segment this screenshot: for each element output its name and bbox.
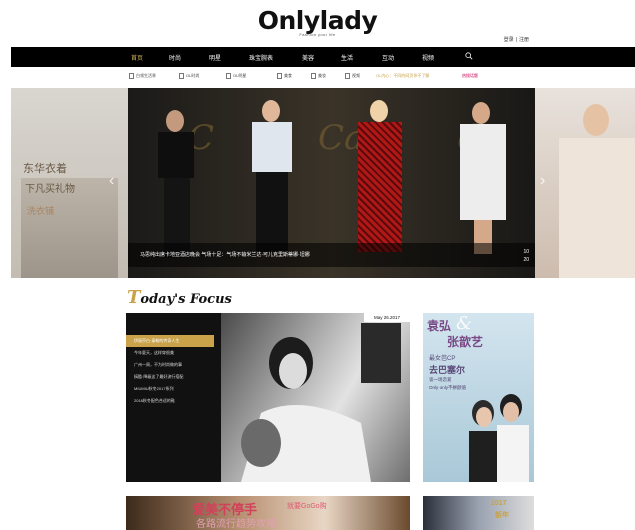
banner-subtitle: 就要GoGo购: [287, 503, 327, 510]
nav-item-fashion[interactable]: 时尚: [169, 53, 181, 62]
side-sub-3: 谈一场恋爱: [429, 377, 452, 382]
section-title: Today's Focus: [127, 287, 232, 308]
focus-list: 伊丽莎白·泰勒的传奇人生 今年夏天，这样穿很美 广州一周，不为时尚做的事 搞酷·…: [126, 335, 214, 407]
feature-illustration: [241, 323, 401, 482]
subnav-hot[interactable]: 热搜话题: [462, 73, 478, 79]
hero-left-title: 东华衣着: [23, 162, 67, 175]
side-name-1: 袁弘: [427, 319, 452, 333]
side-sub-4: Only·only不拼颜值: [429, 385, 467, 390]
feature-date: May 26.2017: [364, 313, 410, 322]
side-sub-1: 最女芭CP: [429, 356, 456, 362]
subnav-item[interactable]: 美妆: [311, 73, 326, 79]
nav-item-stars[interactable]: 明星: [209, 53, 221, 62]
focus-list-item[interactable]: 伊丽莎白·泰勒的传奇人生: [126, 335, 214, 347]
hero-left-tagline: 洗衣铺: [27, 207, 55, 217]
nav-item-interact[interactable]: 互动: [382, 53, 394, 62]
hero-right-image[interactable]: [535, 88, 635, 278]
auth-separator: |: [515, 37, 517, 43]
sub-nav: 白领生活季 OL时尚 OL明星 美食 美妆 视频 OL内心：不同的网页你不了解 …: [11, 72, 635, 82]
subnav-item[interactable]: 美食: [277, 73, 292, 79]
banner2-line-1: 2017: [491, 500, 507, 507]
nav-item-jewelry[interactable]: 珠宝腕表: [249, 53, 273, 62]
subnav-item[interactable]: OL时尚: [179, 73, 199, 79]
register-link[interactable]: 注册: [519, 37, 529, 43]
prev-slide-arrow[interactable]: ‹: [109, 172, 114, 190]
hero-caption[interactable]: 马思纯出席卡地亚酒店晚会 气场十足：气场不输米兰达·可儿克里斯蒂娜·坦娜: [140, 251, 310, 258]
side-ampersand: &: [456, 313, 473, 334]
focus-list-item[interactable]: 今年夏天，这样穿很美: [126, 347, 214, 359]
subnav-item[interactable]: 白领生活季: [129, 73, 156, 79]
hero-left-subtitle: 下凡买礼物: [25, 184, 75, 195]
hero-slider[interactable]: 东华衣着 下凡买礼物 洗衣铺 C Ca de: [11, 88, 635, 278]
logo-tagline: Fashion your life: [299, 32, 336, 37]
couple-photo: [469, 394, 529, 482]
nav-item-life[interactable]: 生活: [341, 53, 353, 62]
slide-counter-current: 10: [523, 249, 529, 255]
main-nav: 首页 时尚 明星 珠宝腕表 美容 生活 互动 视频: [11, 47, 635, 67]
tag-icon: [277, 73, 282, 79]
subnav-highlight[interactable]: OL内心：不同的网页你不了解: [376, 73, 429, 79]
focus-list-item[interactable]: 广州一周，不为时尚做的事: [126, 359, 214, 371]
side-name-2: 张歆艺: [447, 335, 484, 349]
banner-line-2: 各路流行趋势攻略: [196, 519, 276, 530]
focus-list-item[interactable]: MIUMIU秋冬2017系列: [126, 383, 214, 395]
focus-list-item[interactable]: 搞酷·降级这了最好流行搭配: [126, 371, 214, 383]
slide-counter-total: 20: [523, 257, 529, 263]
tag-icon: [226, 73, 231, 79]
feature-photo[interactable]: May 26.2017: [221, 313, 410, 482]
tag-icon: [129, 73, 134, 79]
nav-item-beauty[interactable]: 美容: [302, 53, 314, 62]
focus-feature[interactable]: May 26.2017 伊丽莎白·泰勒的传奇人生 今年夏天，这样穿很美 广州一周…: [126, 313, 410, 482]
promo-banner[interactable]: 爱美不停手 就要GoGo购 各路流行趋势攻略: [126, 496, 410, 530]
promo-banner-small[interactable]: 2017 新年: [423, 496, 534, 530]
side-sub-2: 去巴塞尔: [429, 365, 466, 375]
site-logo[interactable]: Onlylady: [0, 6, 635, 35]
auth-links: 登录 | 注册: [502, 36, 529, 43]
tag-icon: [179, 73, 184, 79]
slide-counter: 10 20: [523, 248, 529, 264]
subnav-item[interactable]: OL明星: [226, 73, 246, 79]
tag-icon: [345, 73, 350, 79]
next-slide-arrow[interactable]: ›: [540, 172, 545, 190]
tag-icon: [311, 73, 316, 79]
focus-list-item[interactable]: 2018秋冬配色合适的鞋: [126, 395, 214, 407]
nav-item-home[interactable]: 首页: [131, 53, 143, 62]
hero-caption-bar: 马思纯出席卡地亚酒店晚会 气场十足：气场不输米兰达·可儿克里斯蒂娜·坦娜 10 …: [128, 243, 535, 267]
login-link[interactable]: 登录: [504, 37, 514, 43]
subnav-item[interactable]: 视频: [345, 73, 360, 79]
nav-item-video[interactable]: 视频: [422, 53, 434, 62]
side-promo-card[interactable]: 袁弘 & 张歆艺 最女芭CP 去巴塞尔 谈一场恋爱 Only·only不拼颜值: [423, 313, 534, 482]
search-icon[interactable]: [465, 52, 473, 60]
banner2-line-2: 新年: [495, 512, 509, 519]
